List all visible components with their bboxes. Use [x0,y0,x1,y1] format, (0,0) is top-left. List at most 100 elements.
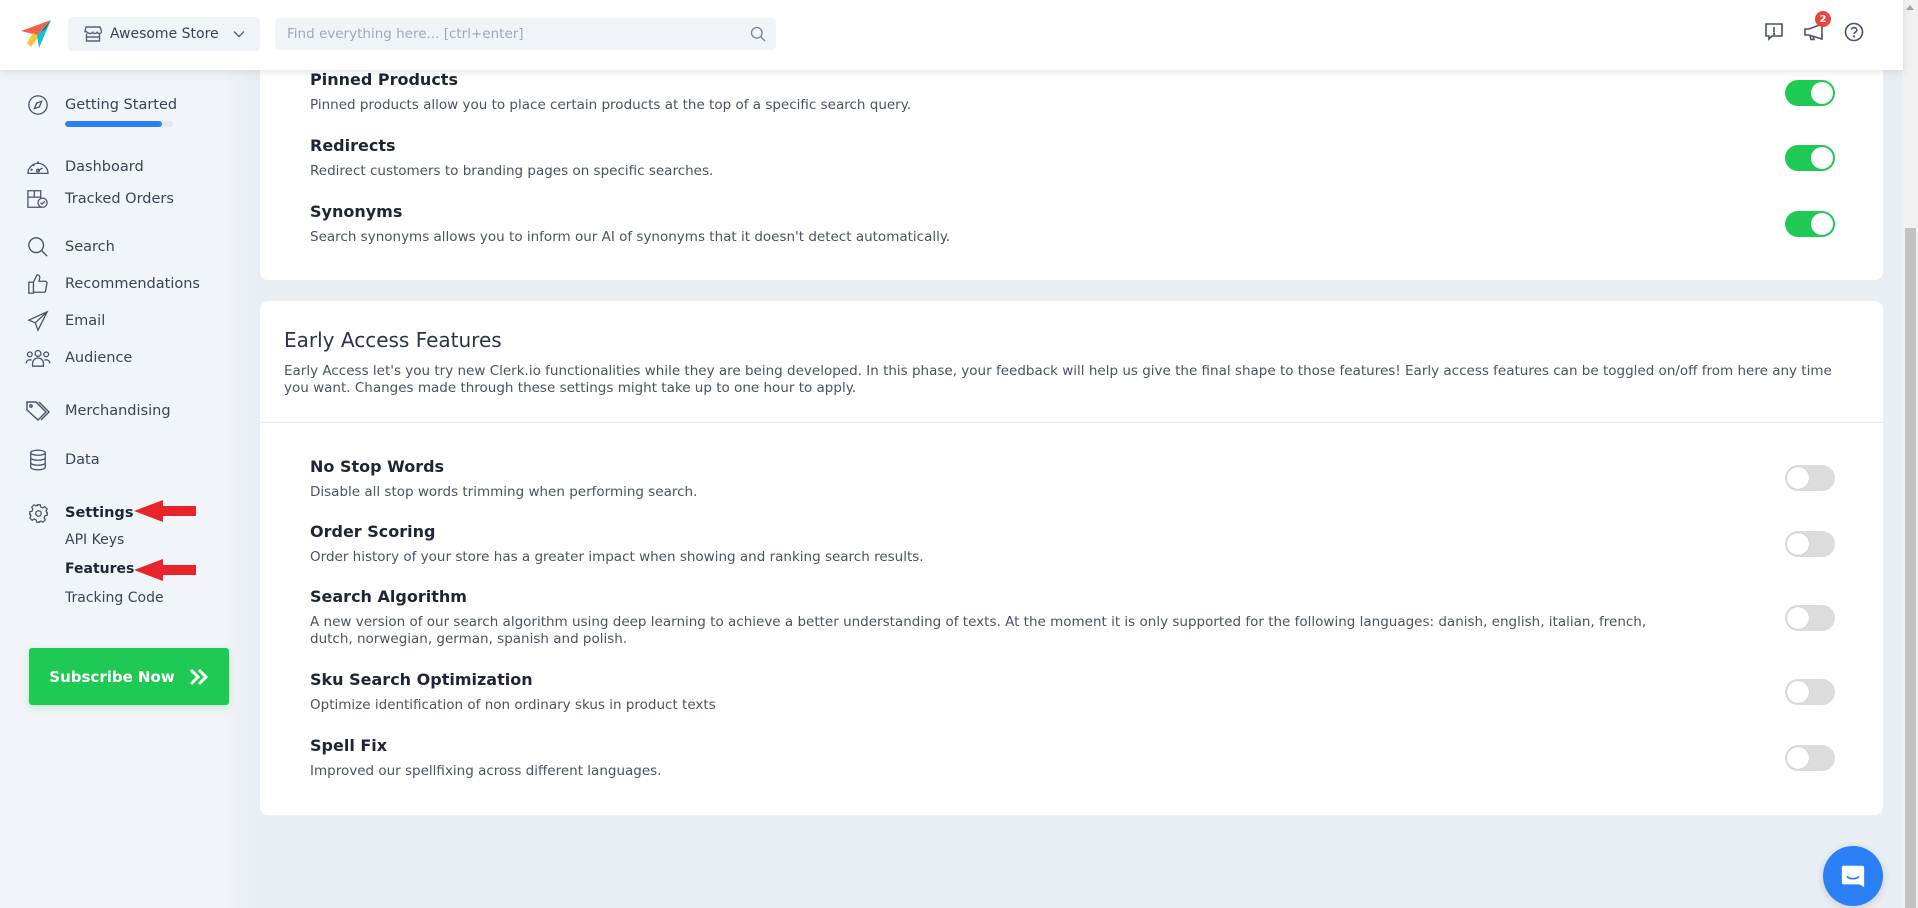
sidebar-item-email[interactable]: Email [25,308,105,334]
toggle-knob [1787,681,1809,703]
sidebar-item-settings[interactable]: Settings [25,500,133,526]
sidebar-item-label: Audience [65,350,133,366]
feature-description: Search synonyms allows you to inform our… [310,229,951,245]
feature-row-synonyms: Synonyms Search synonyms allows you to i… [310,202,950,246]
top-header: Awesome Store 2 [0,0,1903,70]
sidebar-item-label: Recommendations [65,276,200,292]
sidebar-item-label: Search [65,239,115,255]
feature-description: Pinned products allow you to place certa… [310,97,912,113]
gear-icon [25,500,51,526]
tags-icon [25,398,51,424]
toggle-knob [1787,467,1809,489]
feature-row-redirects: Redirects Redirect customers to branding… [310,136,713,180]
users-icon [25,345,51,371]
scrollbar-thumb[interactable] [1905,228,1916,908]
toggle-knob [1811,147,1833,169]
chevron-down-icon [233,31,245,38]
feature-description: Order history of your store has a greate… [310,549,924,565]
chat-launcher-button[interactable] [1823,846,1883,906]
spell-fix-toggle[interactable] [1785,745,1835,771]
feature-title: No Stop Words [310,457,445,476]
notification-badge: 2 [1815,11,1831,27]
getting-started-progress [65,121,173,127]
annotation-arrow-icon [134,559,196,581]
feature-row-spell-fix: Spell Fix Improved our spellfixing acros… [310,736,661,780]
announcements-button[interactable]: 2 [1803,11,1831,43]
no-stop-words-toggle[interactable] [1785,465,1835,491]
toggle-knob [1787,607,1809,629]
sidebar-item-data[interactable]: Data [25,447,100,473]
feature-title: Order Scoring [310,522,436,541]
paper-plane-icon [25,308,51,334]
help-icon [1844,22,1864,42]
early-access-card: Early Access Features Early Access let's… [260,301,1883,815]
global-search [275,18,776,50]
feature-row-no-stop-words: No Stop Words Disable all stop words tri… [310,457,697,501]
help-button[interactable] [1843,21,1865,43]
search-features-card: Pinned Products Pinned products allow yo… [260,40,1883,280]
sidebar-item-getting-started[interactable]: Getting Started [25,92,177,118]
subscribe-label: Subscribe Now [49,667,175,686]
feature-description: Optimize identification of non ordinary … [310,697,716,713]
toggle-knob [1811,82,1833,104]
search-input[interactable] [275,18,776,50]
sidebar-item-label: Merchandising [65,403,171,419]
sidebar-item-label: Settings [65,505,134,521]
annotation-arrow-icon [134,500,196,522]
feature-title: Spell Fix [310,736,388,755]
search-icon[interactable] [750,26,766,42]
section-title: Early Access Features [284,328,502,352]
sidebar-subitem-tracking-code[interactable]: Tracking Code [65,590,164,606]
synonyms-toggle[interactable] [1785,211,1835,237]
sidebar-item-label: Email [65,313,106,329]
redirects-toggle[interactable] [1785,145,1835,171]
dashboard-icon [25,154,51,180]
sidebar-item-recommendations[interactable]: Recommendations [25,271,200,297]
toggle-knob [1787,747,1809,769]
section-description: Early Access let's you try new Clerk.io … [284,363,1832,396]
sidebar-item-merchandising[interactable]: Merchandising [25,398,171,424]
search-icon [25,234,51,260]
sidebar-subitem-features[interactable]: Features [65,561,134,577]
feature-title: Sku Search Optimization [310,670,533,689]
feature-row-order-scoring: Order Scoring Order history of your stor… [310,522,924,566]
subscribe-now-button[interactable]: Subscribe Now [29,648,229,705]
order-scoring-toggle[interactable] [1785,531,1835,557]
feature-title: Search Algorithm [310,587,467,606]
store-selector[interactable]: Awesome Store [68,17,260,51]
sku-search-optimization-toggle[interactable] [1785,679,1835,705]
double-chevron-right-icon [189,668,208,685]
sidebar-item-dashboard[interactable]: Dashboard [25,154,144,180]
feature-description: Redirect customers to branding pages on … [310,163,714,179]
feature-description: A new version of our search algorithm us… [310,614,1647,647]
sidebar-item-tracked-orders[interactable]: Tracked Orders [25,186,174,212]
progress-fill [65,121,163,127]
sidebar-item-audience[interactable]: Audience [25,345,132,371]
compass-icon [25,92,51,118]
feedback-icon [1765,23,1783,41]
chat-icon [1841,865,1865,888]
divider [260,422,1883,423]
sidebar-subitem-api-keys[interactable]: API Keys [65,532,124,548]
database-icon [25,447,51,473]
search-algorithm-toggle[interactable] [1785,605,1835,631]
sidebar-item-label: Tracked Orders [65,191,174,207]
feature-row-pinned-products: Pinned Products Pinned products allow yo… [310,70,911,114]
toggle-knob [1811,213,1833,235]
sidebar-item-label: Getting Started [65,97,178,113]
feature-description: Disable all stop words trimming when per… [310,484,698,500]
sidebar-item-label: Data [65,452,100,468]
header-actions: 2 [1763,11,1865,43]
feature-row-search-algorithm: Search Algorithm A new version of our se… [310,587,1690,648]
feature-row-sku-search-optimization: Sku Search Optimization Optimize identif… [310,670,716,714]
pinned-products-toggle[interactable] [1785,80,1835,106]
feature-description: Improved our spellfixing across differen… [310,763,662,779]
page-scrollbar[interactable] [1903,0,1918,908]
logo-icon[interactable] [19,17,53,51]
store-icon [84,26,102,42]
scroll-up-arrow-icon[interactable] [1906,5,1914,10]
sidebar: Getting Started Dashboard Tracked Orders… [0,70,260,908]
thumbs-up-icon [25,271,51,297]
feedback-button[interactable] [1763,21,1785,43]
sidebar-item-search[interactable]: Search [25,234,115,260]
